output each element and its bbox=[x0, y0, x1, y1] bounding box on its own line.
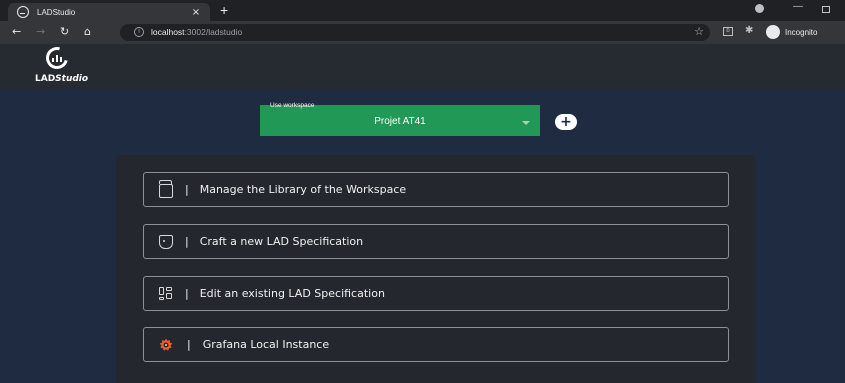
grafana-icon bbox=[159, 338, 173, 351]
home-icon[interactable]: ⌂ bbox=[84, 25, 91, 38]
incognito-profile-button[interactable]: Incognito bbox=[766, 25, 817, 39]
grafana-instance-button[interactable]: | Grafana Local Instance bbox=[143, 327, 729, 362]
tab-close-button[interactable]: × bbox=[188, 7, 204, 18]
lad-favicon-icon bbox=[17, 6, 29, 18]
address-bar[interactable]: i localhost:3002/ladstudio ☆ bbox=[120, 24, 710, 41]
app-header: LADStudio bbox=[0, 42, 845, 89]
manage-library-label: Manage the Library of the Workspace bbox=[199, 183, 407, 196]
browser-tab-strip: LADStudio × + — bbox=[0, 0, 845, 21]
workspace-select-label: Use workspace bbox=[270, 102, 315, 109]
logo-text-studio: Studio bbox=[55, 74, 89, 84]
dashboard-icon bbox=[159, 286, 173, 301]
separator: | bbox=[185, 183, 189, 196]
new-tab-button[interactable]: + bbox=[220, 2, 228, 18]
reload-icon[interactable]: ↻ bbox=[60, 25, 69, 38]
url-path: :3002/ladstudio bbox=[184, 27, 243, 37]
browser-toolbar: ← → ↻ ⌂ i localhost:3002/ladstudio ☆ b ✱… bbox=[0, 21, 845, 44]
extensions-puzzle-icon[interactable]: ✱ bbox=[745, 25, 753, 36]
folder-icon bbox=[159, 180, 173, 198]
logo-wordmark: LADStudio bbox=[35, 74, 88, 84]
craft-specification-button[interactable]: | Craft a new LAD Specification bbox=[143, 224, 729, 259]
minimize-button[interactable]: — bbox=[793, 1, 803, 12]
ladstudio-logo[interactable]: LADStudio bbox=[35, 42, 95, 87]
chevron-down-icon bbox=[522, 121, 530, 125]
edit-specification-button[interactable]: | Edit an existing LAD Specification bbox=[143, 276, 729, 311]
url-host: localhost bbox=[151, 27, 185, 37]
logo-bars-icon bbox=[52, 55, 62, 62]
tab-search-icon[interactable] bbox=[755, 4, 764, 13]
site-info-icon[interactable]: i bbox=[134, 27, 144, 37]
craft-specification-label: Craft a new LAD Specification bbox=[199, 235, 364, 248]
separator: | bbox=[185, 235, 189, 248]
forward-arrow-icon[interactable]: → bbox=[36, 25, 45, 38]
separator: | bbox=[187, 338, 191, 351]
add-workspace-button[interactable]: + bbox=[555, 114, 577, 130]
extension-icon[interactable]: b bbox=[723, 27, 733, 36]
incognito-avatar-icon bbox=[766, 25, 780, 39]
shield-icon bbox=[159, 234, 173, 249]
back-arrow-icon[interactable]: ← bbox=[12, 25, 21, 38]
bookmark-star-icon[interactable]: ☆ bbox=[694, 25, 704, 38]
logo-text-lad: LAD bbox=[35, 74, 56, 84]
manage-library-button[interactable]: | Manage the Library of the Workspace bbox=[143, 172, 729, 207]
grafana-instance-label: Grafana Local Instance bbox=[202, 338, 330, 351]
tab-title: LADStudio bbox=[37, 7, 76, 17]
maximize-button[interactable] bbox=[822, 6, 830, 13]
url-text[interactable]: localhost:3002/ladstudio bbox=[151, 27, 242, 37]
incognito-label: Incognito bbox=[785, 27, 818, 37]
separator: | bbox=[185, 287, 189, 300]
browser-tab[interactable]: LADStudio × bbox=[8, 3, 210, 21]
edit-specification-label: Edit an existing LAD Specification bbox=[199, 287, 385, 300]
workspace-select-value: Projet AT41 bbox=[374, 116, 426, 127]
workspace-select[interactable]: Use workspace Projet AT41 bbox=[260, 102, 540, 136]
